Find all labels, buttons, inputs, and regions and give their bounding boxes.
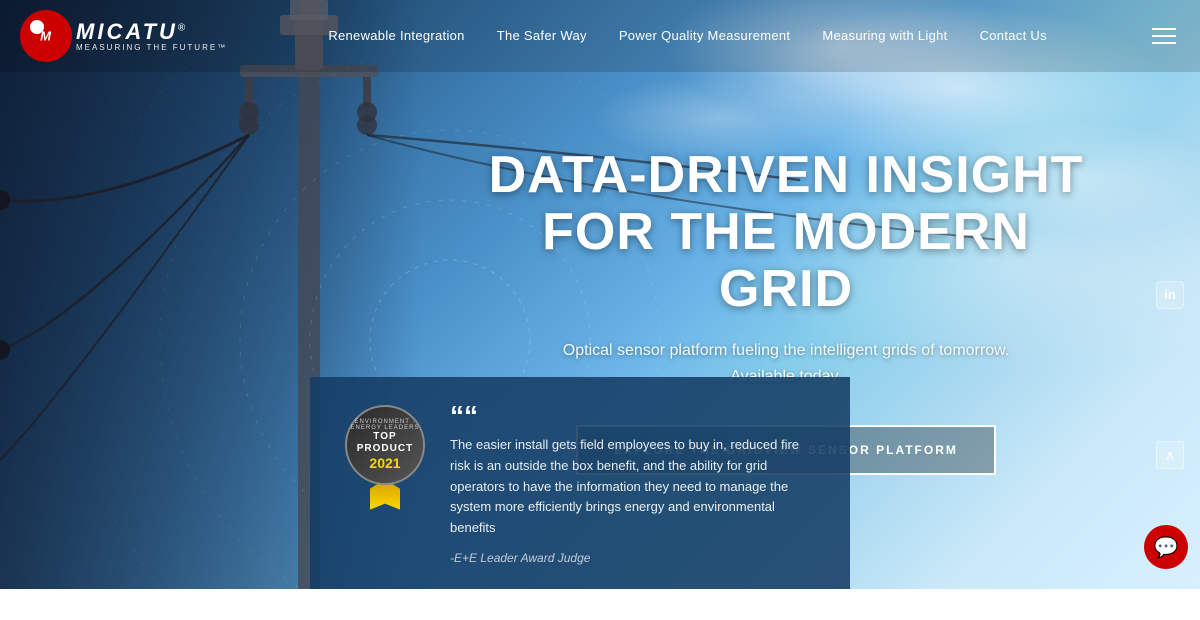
chat-icon: 💬: [1154, 535, 1179, 560]
testimonial-quote: The easier install gets field employees …: [450, 435, 820, 539]
brand-name: MICATU®: [76, 21, 227, 43]
logo-icon-text: M: [40, 29, 52, 44]
testimonial-card: Environment · Energy Leaders TOPPRODUCT …: [310, 377, 850, 589]
logo[interactable]: M MICATU® MEASURING THE FUTURE™: [20, 10, 227, 62]
nav-link-light[interactable]: Measuring with Light: [822, 28, 947, 43]
nav-item-contact[interactable]: Contact Us: [980, 27, 1047, 45]
nav-link-contact[interactable]: Contact Us: [980, 28, 1047, 43]
scroll-up-button[interactable]: ∧: [1156, 441, 1184, 469]
hamburger-line-2: [1152, 35, 1176, 37]
award-badge: Environment · Energy Leaders TOPPRODUCT …: [340, 405, 430, 515]
nav-item-renewable[interactable]: Renewable Integration: [328, 27, 464, 45]
nav-item-safer[interactable]: The Safer Way: [497, 27, 587, 45]
badge-main-text: TOPPRODUCT: [357, 431, 413, 455]
nav-item-light[interactable]: Measuring with Light: [822, 27, 947, 45]
chat-button[interactable]: 💬: [1144, 525, 1188, 569]
hamburger-line-1: [1152, 28, 1176, 30]
nav-links: Renewable Integration The Safer Way Powe…: [328, 27, 1047, 45]
nav-item-power[interactable]: Power Quality Measurement: [619, 27, 791, 45]
hamburger-line-3: [1152, 42, 1176, 44]
logo-circle: M: [20, 10, 72, 62]
testimonial-text-area: ““ The easier install gets field employe…: [450, 405, 820, 565]
nav-link-power[interactable]: Power Quality Measurement: [619, 28, 791, 43]
testimonial-author: -E+E Leader Award Judge: [450, 551, 820, 565]
linkedin-icon[interactable]: in: [1156, 281, 1184, 309]
badge-circle: Environment · Energy Leaders TOPPRODUCT …: [345, 405, 425, 485]
scroll-up-icon[interactable]: ∧: [1156, 441, 1184, 469]
badge-year: 2021: [369, 455, 400, 471]
hamburger-menu[interactable]: [1148, 24, 1180, 48]
nav-link-safer[interactable]: The Safer Way: [497, 28, 587, 43]
badge-top-text: Environment · Energy Leaders: [347, 419, 423, 431]
quote-mark: ““: [450, 405, 820, 427]
linkedin-icon-container[interactable]: in: [1156, 281, 1184, 309]
hero-title: DATA-DRIVEN INSIGHT FOR THE MODERN GRID: [476, 147, 1096, 319]
navbar: M MICATU® MEASURING THE FUTURE™ Renewabl…: [0, 0, 1200, 72]
brand-tagline: MEASURING THE FUTURE™: [76, 43, 227, 52]
logo-text-area: MICATU® MEASURING THE FUTURE™: [76, 21, 227, 52]
nav-link-renewable[interactable]: Renewable Integration: [328, 28, 464, 43]
